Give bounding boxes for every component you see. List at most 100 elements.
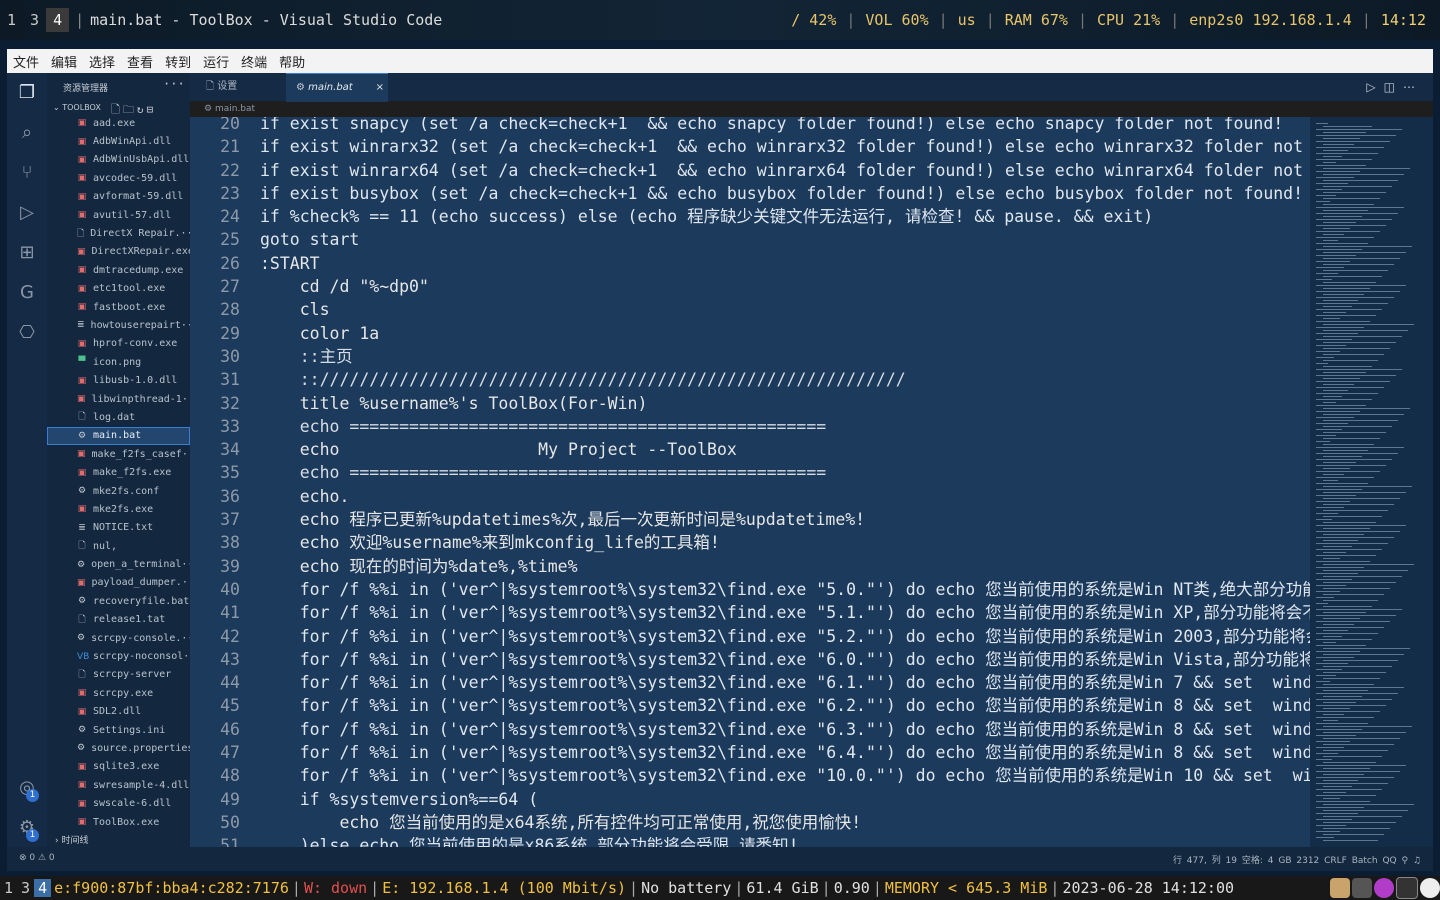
minimap-line	[1316, 597, 1334, 598]
minimap-line	[1323, 312, 1346, 313]
file-tree-item[interactable]: 🗋 release1.tat	[47, 611, 190, 629]
remote-icon[interactable]: ⎔	[15, 321, 39, 345]
minimap-line	[1316, 591, 1340, 592]
timeline-section[interactable]: › 时间线	[55, 833, 88, 846]
file-tree-item[interactable]: 🗋 nul,	[47, 537, 190, 555]
file-tree-item[interactable]: ▣ fastboot.exe	[47, 298, 190, 316]
editor-status[interactable]: 行 477, 列 19 空格: 4 GB 2312 CRLF Batch QQ …	[1173, 853, 1421, 866]
file-tree-item[interactable]: ▣ make_f2fs_casef···	[47, 445, 190, 463]
menu-edit[interactable]: 编辑	[45, 52, 83, 71]
split-editor-icon[interactable]: ◫	[1384, 80, 1403, 94]
tab-settings[interactable]: 🗋 设置	[196, 73, 247, 101]
explorer-icon[interactable]: ❐	[15, 81, 39, 105]
file-file-icon: 🗋	[77, 228, 85, 239]
file-tree-item[interactable]: ▣ SDL2.dll	[47, 703, 190, 721]
minimap-line	[1316, 789, 1382, 790]
file-tree-item[interactable]: ▀ icon.png	[47, 353, 190, 371]
file-tree-item[interactable]: 🗋 scrcpy-server	[47, 666, 190, 684]
minimap-line	[1323, 162, 1336, 163]
extensions-icon[interactable]: ⊞	[15, 241, 39, 265]
file-tree-item[interactable]: ⚙ open_a_terminal···	[47, 555, 190, 573]
tab-main-bat[interactable]: ⚙ main.bat ×	[286, 73, 388, 102]
workspace-4[interactable]: 4	[46, 8, 70, 32]
folder-section-toolbox[interactable]: ⌄ TOOLBOX	[53, 103, 101, 112]
line-text: goto start	[260, 230, 360, 250]
line-text: cls	[260, 300, 330, 320]
menu-selection[interactable]: 选择	[83, 52, 121, 71]
file-tree-item[interactable]: 🗋 DirectX Repair.···	[47, 224, 190, 242]
run-icon[interactable]: ▷	[1366, 80, 1383, 94]
line-text: cd /d "%~dp0"	[260, 277, 429, 297]
file-tree-item[interactable]: ▣ libusb-1.0.dll	[47, 371, 190, 389]
gitlens-icon[interactable]: G	[15, 281, 39, 305]
file-tree-item[interactable]: ⚙ mke2fs.conf	[47, 482, 190, 500]
file-tree-item[interactable]: ▣ sqlite3.exe	[47, 758, 190, 776]
bat-file-icon: ⚙	[77, 559, 86, 570]
search-icon[interactable]: ⌕	[15, 121, 39, 145]
menu-terminal[interactable]: 终端	[235, 52, 273, 71]
file-tree-item[interactable]: ▣ avutil-57.dll	[47, 206, 190, 224]
workspace-3[interactable]: 3	[23, 8, 46, 32]
file-tree-item[interactable]: ⚙ main.bat	[47, 426, 190, 446]
file-tree-item[interactable]: ▣ swscale-6.dll	[47, 794, 190, 812]
file-tree-item[interactable]: ▣ libwinpthread-1···	[47, 390, 190, 408]
menu-run[interactable]: 运行	[197, 52, 235, 71]
file-tree-item[interactable]: ⚙ recoveryfile.bat	[47, 592, 190, 610]
file-tree-item[interactable]: ▣ etc1tool.exe	[47, 280, 190, 298]
source-control-icon[interactable]: ⑂	[15, 161, 39, 185]
file-tree-item[interactable]: VBscrcpy-noconsol···	[47, 647, 190, 665]
minimap[interactable]	[1310, 117, 1420, 847]
editor-scrollbar[interactable]	[1420, 117, 1433, 847]
run-debug-icon[interactable]: ▷	[15, 201, 39, 225]
workspace-3[interactable]: 3	[17, 879, 34, 897]
file-tree-item[interactable]: ▣ aad.exe	[47, 114, 190, 132]
penguin-tray-icon[interactable]	[1420, 878, 1440, 898]
code-editor[interactable]: 20 if exist snapcy (set /a check=check+1 …	[190, 117, 1310, 847]
file-tree-item[interactable]: ▣ dmtracedump.exe	[47, 261, 190, 279]
file-tree-item[interactable]: ▣ DirectXRepair.exe	[47, 243, 190, 261]
line-text: for /f %%i in ('ver^|%systemroot%\system…	[260, 673, 1310, 693]
more-icon[interactable]: ⋯	[1403, 80, 1423, 94]
line-number: 30	[220, 346, 240, 366]
file-tree-item[interactable]: ⚙ source.properties	[47, 739, 190, 757]
minimap-line	[1316, 351, 1340, 352]
file-tree-item[interactable]: ▣ payload_dumper.···	[47, 574, 190, 592]
cat-tray-icon[interactable]	[1330, 878, 1350, 898]
file-tree-item[interactable]: 🗋 log.dat	[47, 408, 190, 426]
file-tree-item[interactable]: ▣ hprof-conv.exe	[47, 335, 190, 353]
more-actions-icon[interactable]: ···	[163, 77, 185, 91]
file-tree-item[interactable]: ▣ avcodec-59.dll	[47, 169, 190, 187]
menu-view[interactable]: 查看	[121, 52, 159, 71]
file-tree-item[interactable]: ▣ ToolBox.exe	[47, 813, 190, 829]
menu-go[interactable]: 转到	[159, 52, 197, 71]
close-icon[interactable]: ×	[376, 74, 384, 102]
minimap-line	[1323, 222, 1356, 223]
minimap-line	[1323, 666, 1392, 667]
menu-file[interactable]: 文件	[7, 52, 45, 71]
app-tray-icon[interactable]	[1374, 878, 1394, 898]
file-tree-item[interactable]: ⚙ scrcpy-console.···	[47, 629, 190, 647]
workspace-1[interactable]: 1	[0, 8, 23, 32]
file-tree-item[interactable]: ▣ swresample-4.dll	[47, 776, 190, 794]
code-line: 43 for /f %%i in ('ver^|%systemroot%\sys…	[190, 648, 1310, 671]
chat-tray-icon[interactable]	[1396, 877, 1418, 899]
file-tree-item[interactable]: ▣ mke2fs.exe	[47, 500, 190, 518]
file-tree-item[interactable]: ▣ AdbWinApi.dll	[47, 132, 190, 150]
keyboard-layout[interactable]: us	[956, 11, 978, 29]
file-tree-item[interactable]: ▣ avformat-59.dll	[47, 188, 190, 206]
menu-help[interactable]: 帮助	[273, 52, 311, 71]
file-tree-item[interactable]: ≣ howtouserepairt···	[47, 316, 190, 334]
volume-status[interactable]: VOL 60%	[863, 11, 930, 29]
keyboard-tray-icon[interactable]	[1352, 878, 1372, 898]
breadcrumb[interactable]: ⚙ main.bat	[190, 101, 1433, 117]
minimap-line	[1316, 735, 1356, 736]
workspace-4[interactable]: 4	[34, 879, 52, 897]
file-tree-item[interactable]: ▣ AdbWinUsbApi.dll	[47, 151, 190, 169]
file-tree-item[interactable]: ▣ make_f2fs.exe	[47, 463, 190, 481]
file-tree-item[interactable]: ▣ scrcpy.exe	[47, 684, 190, 702]
workspace-1[interactable]: 1	[0, 879, 17, 897]
file-tree-item[interactable]: ≣ NOTICE.txt	[47, 519, 190, 537]
minimap-line	[1323, 750, 1388, 751]
file-tree-item[interactable]: ⚙ Settings.ini	[47, 721, 190, 739]
problems-status[interactable]: ⊗ 0 ⚠ 0	[19, 853, 55, 863]
